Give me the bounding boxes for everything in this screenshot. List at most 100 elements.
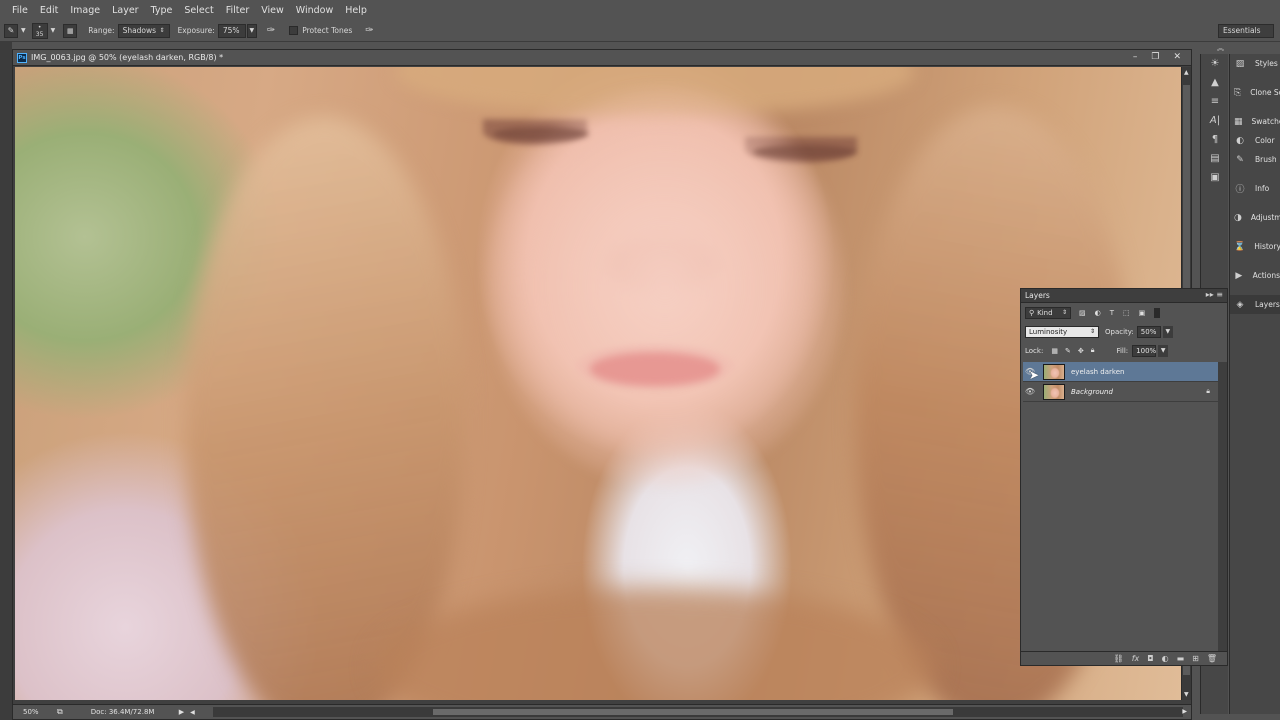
exposure-dropdown-icon[interactable]: ▼ (246, 23, 257, 38)
filter-adjustment-icon[interactable]: ◐ (1095, 309, 1101, 317)
filter-shape-icon[interactable]: ⬚ (1123, 309, 1130, 317)
delete-layer-icon[interactable]: 🗑︎ (1207, 654, 1217, 663)
horizontal-scroll-thumb[interactable] (433, 709, 953, 715)
new-adjustment-layer-icon[interactable]: ◐ (1162, 654, 1169, 663)
status-menu-arrow-icon[interactable]: ▶ (179, 708, 184, 716)
chevron-updown-icon: ⇕ (1089, 328, 1095, 335)
lock-all-icon[interactable]: 🔒︎ (1091, 346, 1095, 355)
filter-type-icon[interactable]: T (1110, 309, 1114, 317)
layers-panel-footer: ⛓ fx ◘ ◐ ▬ ⊞ 🗑︎ (1021, 651, 1227, 665)
panel-label: Info (1255, 184, 1270, 193)
character-icon[interactable]: A| (1201, 111, 1229, 130)
link-layers-icon[interactable]: ⛓ (1114, 654, 1124, 663)
menu-file[interactable]: File (6, 5, 34, 16)
panel-history[interactable]: ⌛ History (1230, 237, 1280, 256)
panel-styles[interactable]: ▨ Styles (1230, 54, 1280, 73)
paragraph-icon[interactable]: ¶ (1201, 130, 1229, 149)
menu-bar: File Edit Image Layer Type Select Filter… (0, 0, 1280, 20)
menu-select[interactable]: Select (178, 5, 219, 16)
brush-size-picker[interactable]: • 35 (31, 22, 48, 39)
actions-icon: ▶ (1235, 270, 1243, 281)
panel-swatches[interactable]: ▦ Swatche (1230, 112, 1280, 131)
minimize-icon[interactable]: – (1133, 52, 1138, 62)
layer-row-background[interactable]: 👁︎ Background 🔒︎ (1023, 382, 1218, 402)
protect-tones-label: Protect Tones (302, 26, 353, 35)
lock-fill-row: Lock: ▦ ✎ ✥ 🔒︎ Fill: 100% ▼ (1021, 341, 1227, 360)
tool-presets-icon[interactable]: ▤ (1201, 149, 1229, 168)
visibility-eye-icon[interactable]: 👁︎ (1023, 387, 1037, 396)
menu-help[interactable]: Help (339, 5, 373, 16)
panel-info[interactable]: ⓘ Info (1230, 179, 1280, 198)
fill-label: Fill: (1116, 346, 1129, 355)
filter-toggle-icon[interactable] (1154, 307, 1161, 318)
pressure-size-icon[interactable]: ✑ (365, 25, 373, 36)
panel-color[interactable]: ◐ Color (1230, 131, 1280, 150)
fill-input[interactable]: 100% (1132, 344, 1156, 357)
chevron-down-icon[interactable]: ▼ (21, 27, 26, 34)
collapse-panels-icon[interactable]: ︽ (1217, 43, 1224, 53)
add-mask-icon[interactable]: ◘ (1147, 654, 1153, 663)
zoom-level[interactable]: 50% (23, 708, 51, 716)
layer-name[interactable]: Background (1071, 388, 1206, 396)
filter-pixel-icon[interactable]: ▨ (1079, 309, 1086, 317)
new-group-icon[interactable]: ▬ (1177, 654, 1185, 663)
scroll-left-icon[interactable]: ◀ (190, 709, 195, 716)
lock-image-icon[interactable]: ✎ (1065, 347, 1071, 355)
new-layer-icon[interactable]: ⊞ (1192, 654, 1199, 663)
horizontal-scrollbar[interactable] (213, 707, 1183, 717)
properties-icon[interactable]: ≡ (1201, 92, 1229, 111)
close-icon[interactable]: ✕ (1173, 52, 1181, 62)
menu-filter[interactable]: Filter (220, 5, 256, 16)
exposure-input[interactable]: 75% (217, 23, 246, 38)
lock-position-icon[interactable]: ✥ (1078, 347, 1084, 355)
document-tab[interactable]: Ps IMG_0063.jpg @ 50% (eyelash darken, R… (13, 50, 1191, 66)
panel-adjustments[interactable]: ◑ Adjustm (1230, 208, 1280, 227)
panel-brush[interactable]: ✎ Brush (1230, 150, 1280, 169)
menu-type[interactable]: Type (145, 5, 179, 16)
panel-label: Layers (1255, 300, 1280, 309)
restore-icon[interactable]: ❐ (1151, 52, 1159, 62)
filter-kind-value: Kind (1037, 308, 1053, 317)
workspace-switcher[interactable]: Essentials (1218, 24, 1274, 38)
blend-mode-select[interactable]: Luminosity ⇕ (1025, 325, 1099, 338)
layers-scrollbar[interactable] (1218, 362, 1227, 652)
menu-edit[interactable]: Edit (34, 5, 64, 16)
layers-panel-header[interactable]: Layers ▸▸ ≡ (1021, 289, 1227, 303)
layer-style-fx-icon[interactable]: fx (1132, 654, 1140, 663)
protect-tones-checkbox[interactable] (289, 26, 299, 35)
paths-icon[interactable]: ▲ (1201, 73, 1229, 92)
scroll-down-icon[interactable]: ▼ (1184, 691, 1189, 698)
menu-image[interactable]: Image (64, 5, 106, 16)
scroll-right-icon[interactable]: ▶ (1182, 708, 1187, 715)
lock-transparent-icon[interactable]: ▦ (1051, 347, 1058, 355)
image-canvas[interactable] (15, 67, 1181, 700)
layer-row-eyelash-darken[interactable]: 👁︎ eyelash darken (1023, 362, 1218, 382)
panel-actions[interactable]: ▶ Actions (1230, 266, 1280, 285)
panel-layers[interactable]: ◈ Layers (1230, 295, 1280, 314)
adjustment-brightness-icon[interactable]: ☀ (1201, 54, 1229, 73)
export-icon[interactable]: ⧉ (57, 707, 63, 717)
filter-smart-object-icon[interactable]: ▣ (1139, 309, 1146, 317)
opacity-slider-icon[interactable]: ▼ (1162, 325, 1173, 338)
layer-comps-icon[interactable]: ▣ (1201, 168, 1229, 187)
opacity-input[interactable]: 50% (1136, 325, 1161, 338)
layer-name[interactable]: eyelash darken (1071, 368, 1218, 376)
brush-panel-icon[interactable]: ▦ (63, 23, 78, 38)
airbrush-icon[interactable]: ✑ (267, 25, 275, 36)
panel-clone-source[interactable]: ⎘ Clone Sc (1230, 83, 1280, 102)
exposure-label: Exposure: (177, 26, 215, 35)
status-bar: 50% ⧉ Doc: 36.4M/72.8M ▶ ◀ ▶ (13, 704, 1191, 719)
color-icon: ◐ (1236, 135, 1244, 146)
filter-kind-select[interactable]: ⚲ Kind ⇕ (1025, 306, 1071, 319)
menu-window[interactable]: Window (290, 5, 339, 16)
styles-icon: ▨ (1235, 58, 1245, 69)
fill-slider-icon[interactable]: ▼ (1158, 344, 1169, 357)
chevron-updown-icon: ⇕ (1061, 309, 1067, 316)
menu-view[interactable]: View (255, 5, 290, 16)
menu-layer[interactable]: Layer (106, 5, 145, 16)
chevron-down-icon[interactable]: ▼ (51, 27, 56, 34)
scroll-up-icon[interactable]: ▲ (1184, 69, 1189, 76)
panel-menu-icon[interactable]: ▸▸ ≡ (1206, 290, 1223, 299)
tool-preset-picker[interactable]: ✎ (4, 23, 18, 38)
range-select[interactable]: Shadows ⇕ (117, 23, 170, 38)
